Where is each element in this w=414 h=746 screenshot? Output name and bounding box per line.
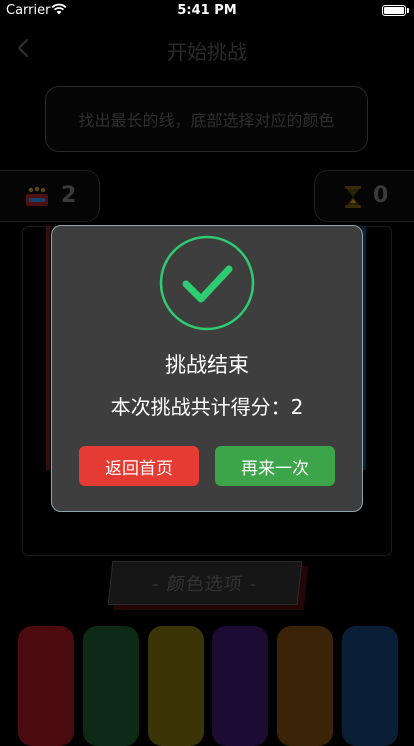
score-pill: 2 xyxy=(0,170,100,222)
play-again-button[interactable]: 再来一次 xyxy=(215,446,335,486)
status-time: 5:41 PM xyxy=(177,3,237,18)
color-option-blue[interactable] xyxy=(342,626,398,746)
return-home-button[interactable]: 返回首页 xyxy=(79,446,199,486)
options-label-text: - 颜色选项 - xyxy=(151,574,259,595)
dialog-title: 挑战结束 xyxy=(165,353,249,377)
dialog-score-text: 本次挑战共计得分：2 xyxy=(110,395,304,419)
instruction-text: 找出最长的线，底部选择对应的颜色 xyxy=(78,111,335,130)
color-option-yellow[interactable] xyxy=(148,626,204,746)
color-option-green[interactable] xyxy=(83,626,139,746)
color-option-red[interactable] xyxy=(18,626,74,746)
color-option-purple[interactable] xyxy=(212,626,268,746)
red-line xyxy=(46,226,50,470)
nav-bar: 开始挑战 xyxy=(0,24,414,74)
status-bar: Carrier 5:41 PM xyxy=(0,0,414,22)
result-dialog: 挑战结束 本次挑战共计得分：2 返回首页 再来一次 xyxy=(51,225,363,512)
options-label: - 颜色选项 - xyxy=(107,561,303,605)
color-option-orange[interactable] xyxy=(277,626,333,746)
timer-pill: 0 xyxy=(314,170,414,222)
instruction-card: 找出最长的线，底部选择对应的颜色 xyxy=(45,86,368,152)
checkmark-circle-icon xyxy=(159,235,255,331)
page-title: 开始挑战 xyxy=(167,40,247,64)
timer-value: 0 xyxy=(373,183,389,208)
battery-icon xyxy=(382,5,406,16)
battery-tip xyxy=(407,8,409,13)
tickets-icon xyxy=(26,186,48,206)
score-value: 2 xyxy=(61,183,77,208)
hourglass-icon xyxy=(345,186,361,208)
